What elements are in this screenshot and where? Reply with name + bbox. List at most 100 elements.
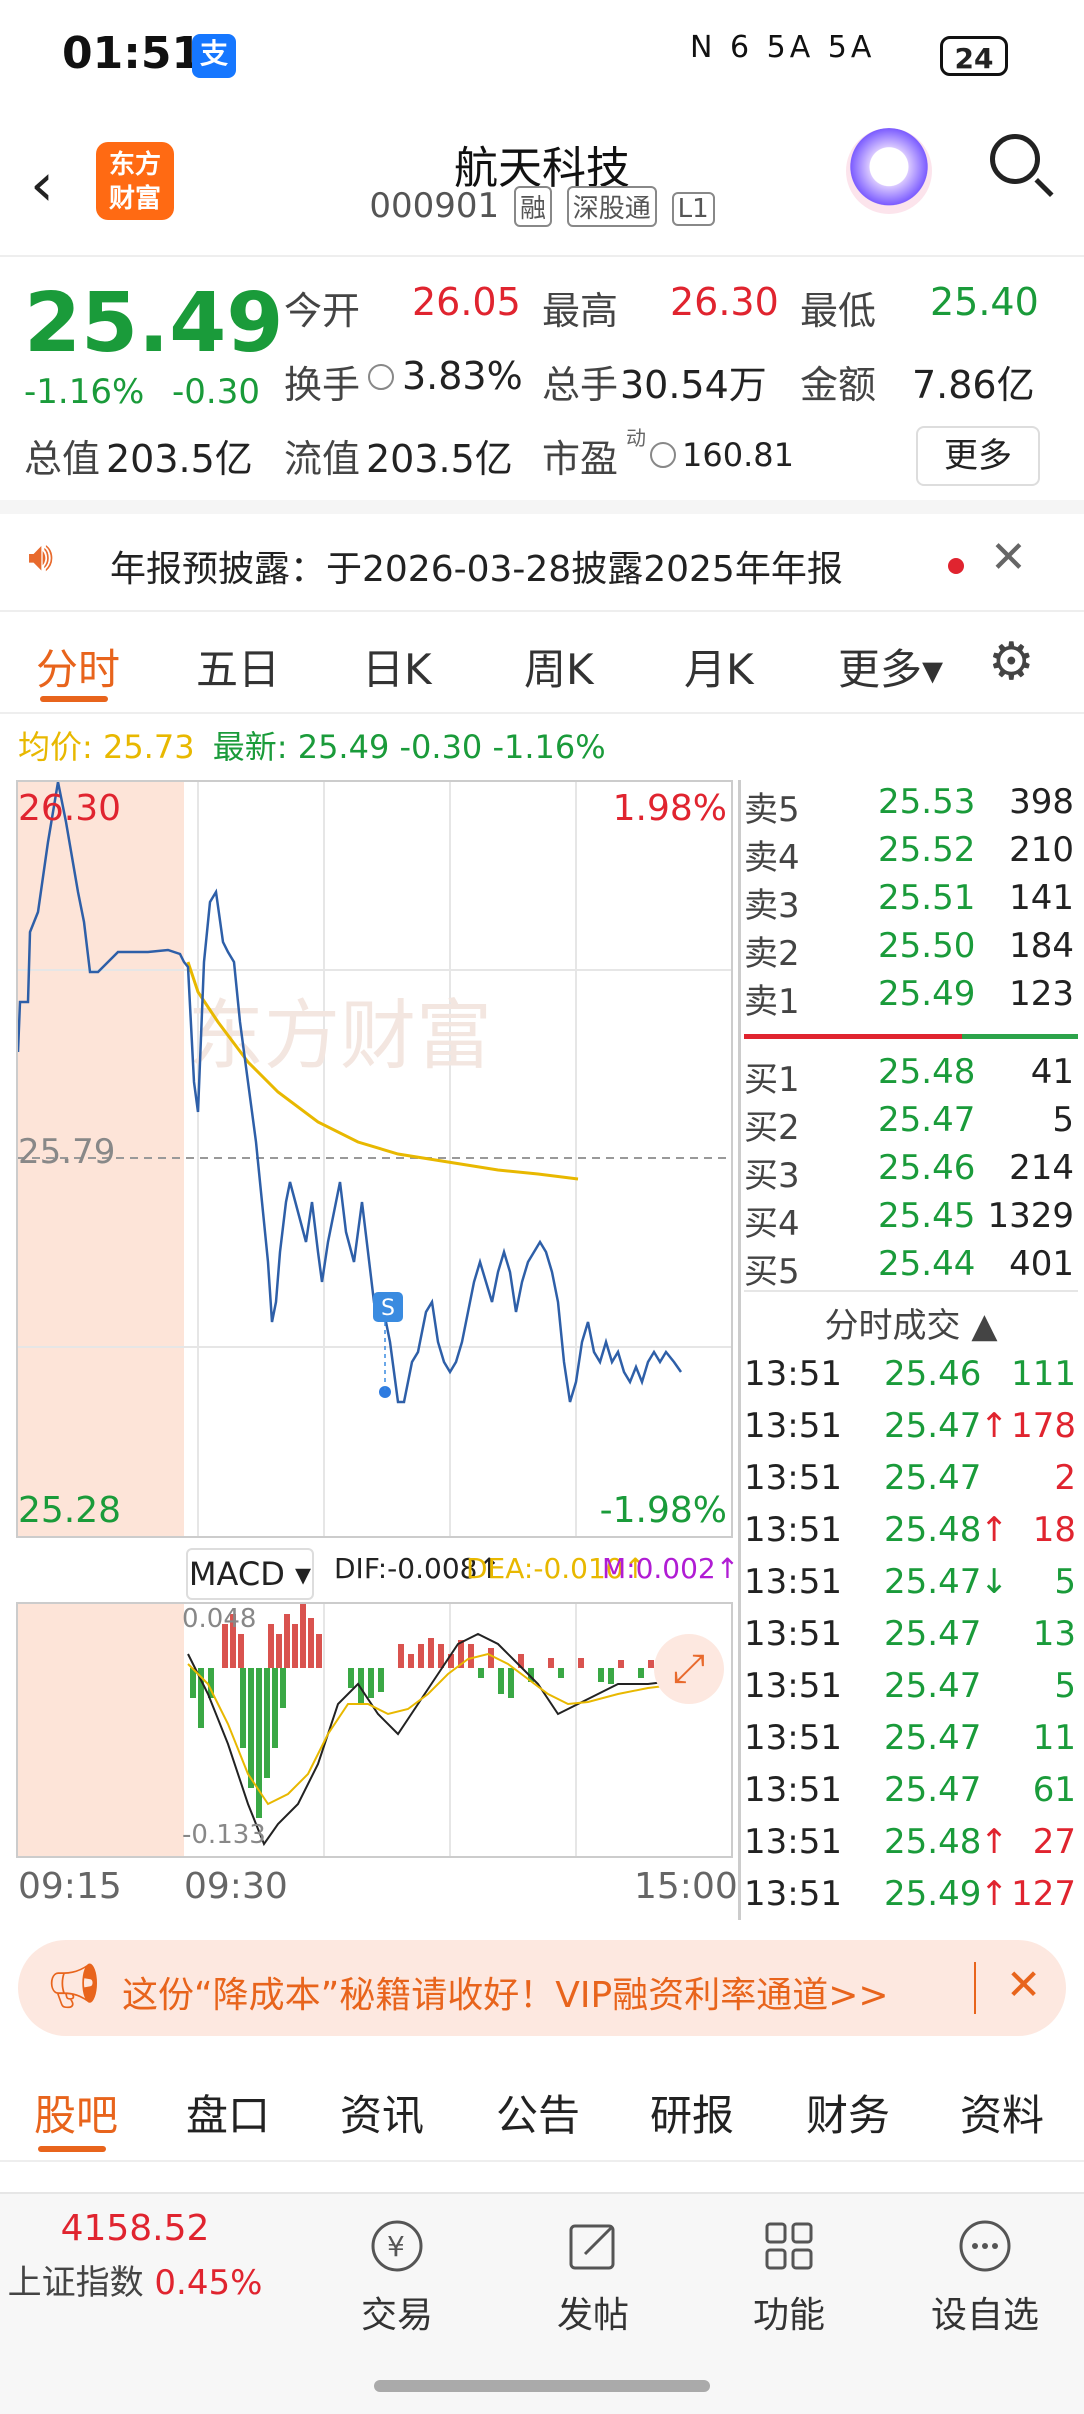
trade-row: 13:51 25.47 11	[744, 1718, 1076, 1758]
bid-row: 买1 25.48 41	[744, 1052, 1074, 1100]
chart-mid-price: 25.79	[18, 1132, 116, 1172]
info-icon[interactable]	[368, 364, 394, 390]
macd-chart[interactable]: 0.048 -0.133 ⤢	[16, 1602, 733, 1858]
index-value: 4158.52	[60, 2208, 210, 2249]
notice-bar[interactable]: 🔊︎ 年报预披露：于2026-03-28披露2025年年报 ✕	[0, 510, 1084, 610]
pe-label: 市盈	[542, 437, 619, 481]
tab-profile[interactable]: 资料	[960, 2082, 1044, 2143]
mktcap-label: 总值	[24, 437, 101, 481]
buy-sell-ratio-bar-sell	[744, 1034, 962, 1039]
divider	[974, 1962, 976, 2014]
tab-announcements[interactable]: 公告	[496, 2082, 580, 2143]
search-icon[interactable]	[990, 134, 1040, 184]
tag-level: L1	[671, 192, 715, 226]
tab-monthly-k[interactable]: 月K	[684, 636, 754, 697]
nav-add-watchlist[interactable]: 设自选	[900, 2214, 1070, 2338]
yuan-exchange-icon: ¥	[365, 2214, 429, 2278]
nav-functions[interactable]: 功能	[704, 2214, 874, 2338]
bid-row: 买4 25.45 1329	[744, 1196, 1074, 1244]
tab-weekly-k[interactable]: 周K	[524, 636, 594, 697]
promo-banner[interactable]: 📢︎ 这份“降成本”秘籍请收好！VIP融资利率通道>> ✕	[18, 1940, 1066, 2036]
tag-margin: 融	[513, 186, 552, 227]
tab-news[interactable]: 资讯	[340, 2082, 424, 2143]
bid-row: 买2 25.47 5	[744, 1100, 1074, 1148]
assistant-robot-icon[interactable]	[846, 128, 932, 214]
index-pct: 0.45%	[154, 2263, 263, 2303]
open-value: 26.05	[412, 280, 521, 324]
trade-row: 13:51 25.46 111	[744, 1354, 1076, 1394]
trade-row: 13:51 25.48 ↑ 27	[744, 1822, 1076, 1862]
trade-row: 13:51 25.49 ↑ 127	[744, 1874, 1076, 1914]
nav-trade-label: 交易	[360, 2295, 433, 2336]
ask-row: 卖5 25.53 398	[744, 782, 1074, 830]
nav-post-label: 发帖	[556, 2295, 629, 2336]
index-widget[interactable]: 4158.52 上证指数 0.45%	[0, 2208, 270, 2304]
trade-row: 13:51 25.47 5	[744, 1666, 1076, 1706]
trades-title[interactable]: 分时成交 ▲	[744, 1298, 1078, 1347]
gear-icon[interactable]: ⚙	[988, 632, 1035, 692]
ask-book: 卖5 25.53 398 卖4 25.52 210 卖3 25.51 141 卖2 25.50…	[744, 782, 1078, 1032]
megaphone-icon: 📢︎	[46, 1961, 102, 2012]
tab-more[interactable]: 更多▾	[838, 636, 943, 697]
tab-guba[interactable]: 股吧	[34, 2082, 118, 2143]
trade-row: 13:51 25.48 ↑ 18	[744, 1510, 1076, 1550]
tab-research[interactable]: 研报	[650, 2082, 734, 2143]
macd-bottom-value: -0.133	[182, 1820, 266, 1850]
panel-divider	[738, 780, 741, 1920]
change-percent: -1.16%	[24, 372, 145, 412]
close-icon[interactable]: ✕	[990, 532, 1027, 583]
chart-top-pct: 1.98%	[612, 788, 727, 829]
bid-row: 买5 25.44 401	[744, 1244, 1074, 1292]
trade-row: 13:51 25.47 61	[744, 1770, 1076, 1810]
avg-price-info: 均价: 25.73 最新: 25.49 -0.30 -1.16%	[18, 722, 606, 768]
avg-price-label: 均价: 25.73	[18, 728, 195, 766]
macd-chart-svg	[18, 1604, 682, 1856]
intraday-chart[interactable]: 东方财富 S 26.30 25.79 25.28 1.98% -1.98%	[16, 780, 733, 1538]
close-icon[interactable]: ✕	[1006, 1960, 1041, 2009]
high-value: 26.30	[670, 280, 779, 324]
notice-text: 年报预披露：于2026-03-28披露2025年年报	[110, 549, 843, 590]
nav-trade[interactable]: ¥ 交易	[312, 2214, 482, 2338]
ask-row: 卖3 25.51 141	[744, 878, 1074, 926]
info-tabs: 股吧 盘口 资讯 公告 研报 财务 资料	[0, 2060, 1084, 2162]
trade-row: 13:51 25.47 ↑ 178	[744, 1406, 1076, 1446]
signal-icons: N 6 5A 5A	[690, 30, 876, 65]
ask-row: 卖1 25.49 123	[744, 974, 1074, 1022]
volume-label: 总手	[542, 363, 619, 407]
ask-row: 卖2 25.50 184	[744, 926, 1074, 974]
chart-top-price: 26.30	[18, 788, 122, 829]
expand-icon[interactable]: ⤢	[654, 1634, 724, 1704]
tab-daily-k[interactable]: 日K	[362, 636, 432, 697]
turnover-value: 3.83%	[402, 354, 523, 398]
more-button[interactable]: 更多	[916, 426, 1040, 486]
unread-dot	[948, 558, 964, 574]
indicator-selector[interactable]: MACD ▾	[186, 1548, 314, 1600]
home-indicator[interactable]	[374, 2380, 710, 2392]
time-end: 15:00	[634, 1866, 738, 1907]
time-open: 09:30	[184, 1866, 288, 1907]
speaker-icon: 🔊︎	[28, 534, 54, 580]
stock-code: 000901	[369, 186, 500, 226]
trade-row: 13:51 25.47 2	[744, 1458, 1076, 1498]
chart-bottom-pct: -1.98%	[599, 1490, 727, 1531]
nav-post[interactable]: 发帖	[508, 2214, 678, 2338]
intraday-chart-svg: 东方财富 S	[18, 782, 731, 1536]
bid-book: 买1 25.48 41 买2 25.47 5 买3 25.46 214 买4 25.45 132…	[744, 1052, 1078, 1302]
more-dots-icon	[953, 2214, 1017, 2278]
tab-intraday[interactable]: 分时	[36, 636, 120, 697]
nav-add-watchlist-label: 设自选	[930, 2295, 1039, 2336]
quote-panel: 25.49 -1.16% -0.30 今开 26.05 最高 26.30 最低 …	[0, 256, 1084, 501]
trade-list: 13:51 25.46 111 13:51 25.47 ↑ 178 13:51 25.47 2…	[744, 1354, 1078, 1934]
tab-five-day[interactable]: 五日	[196, 636, 280, 697]
tab-pankou[interactable]: 盘口	[186, 2082, 270, 2143]
macd-top-value: 0.048	[182, 1604, 257, 1634]
tab-active-indicator	[38, 2146, 106, 2152]
svg-text:¥: ¥	[387, 2230, 405, 2263]
pe-info-icon[interactable]	[650, 442, 676, 468]
tab-financials[interactable]: 财务	[806, 2082, 890, 2143]
chart-tabs: 分时 五日 日K 周K 月K 更多▾ ⚙	[0, 610, 1084, 714]
float-label: 流值	[284, 437, 361, 481]
promo-text: 这份“降成本”秘籍请收好！VIP融资利率通道>>	[122, 1975, 889, 2016]
trade-marker-label: S	[381, 1296, 395, 1321]
change-value: -0.30	[172, 372, 260, 412]
